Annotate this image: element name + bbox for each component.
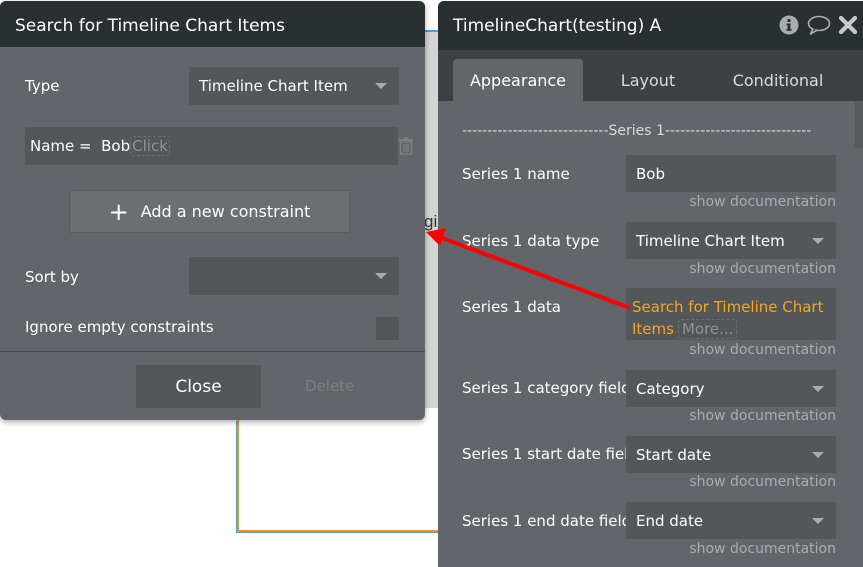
- constraint-click-placeholder[interactable]: Click: [130, 136, 170, 156]
- category-field-select[interactable]: Category: [626, 370, 836, 407]
- canvas-text-fragment: gi: [424, 212, 438, 231]
- info-icon[interactable]: [779, 15, 799, 40]
- more-button[interactable]: More...: [677, 319, 738, 339]
- footer-divider: [0, 351, 425, 352]
- show-documentation-link[interactable]: show documentation: [689, 261, 836, 277]
- constraint-field: Name =: [30, 137, 92, 155]
- sort-by-label: Sort by: [25, 268, 79, 286]
- constraint-row[interactable]: Name = Bob Click: [25, 127, 398, 165]
- add-constraint-label: Add a new constraint: [140, 202, 311, 221]
- end-date-field-select[interactable]: End date: [626, 502, 836, 539]
- series-1-divider: -----------------------------Series 1---…: [462, 123, 812, 139]
- tab-conditional[interactable]: Conditional: [718, 59, 838, 101]
- editor-canvas: gi Search for Timeline Chart Items Type …: [0, 0, 863, 567]
- show-documentation-link[interactable]: show documentation: [689, 408, 836, 424]
- series-data-type-select[interactable]: Timeline Chart Item: [626, 222, 836, 259]
- type-select[interactable]: Timeline Chart Item: [189, 67, 399, 105]
- delete-button[interactable]: Delete: [305, 377, 354, 395]
- series-name-input[interactable]: Bob: [626, 155, 836, 192]
- property-panel: TimelineChart(testing) A Appearance Layo…: [438, 1, 863, 567]
- category-field-label: Series 1 category field: [462, 379, 631, 397]
- ignore-empty-checkbox[interactable]: [376, 317, 399, 340]
- show-documentation-link[interactable]: show documentation: [689, 342, 836, 358]
- add-constraint-button[interactable]: + Add a new constraint: [69, 190, 350, 233]
- panel-tabs: Appearance Layout Conditional: [438, 50, 863, 101]
- series-data-type-label: Series 1 data type: [462, 232, 600, 250]
- search-modal-title: Search for Timeline Chart Items: [0, 1, 425, 47]
- chevron-down-icon: [375, 83, 387, 89]
- close-icon[interactable]: [838, 15, 858, 39]
- chevron-down-icon: [812, 451, 824, 458]
- ignore-empty-label: Ignore empty constraints: [25, 318, 214, 336]
- constraint-value[interactable]: Bob: [101, 137, 130, 155]
- show-documentation-link[interactable]: show documentation: [689, 541, 836, 557]
- canvas-selection-line: [425, 30, 439, 32]
- start-date-field-value: Start date: [636, 445, 712, 464]
- panel-scrollbar[interactable]: [855, 101, 863, 148]
- category-field-value: Category: [636, 379, 705, 398]
- show-documentation-link[interactable]: show documentation: [689, 194, 836, 210]
- close-button[interactable]: Close: [136, 365, 261, 408]
- show-documentation-link[interactable]: show documentation: [689, 474, 836, 490]
- chevron-down-icon: [375, 273, 387, 279]
- chevron-down-icon: [812, 517, 824, 524]
- end-date-field-value: End date: [636, 511, 704, 530]
- series-data-label: Series 1 data: [462, 298, 561, 316]
- chevron-down-icon: [812, 237, 824, 244]
- search-modal: Search for Timeline Chart Items Type Tim…: [0, 1, 425, 420]
- chevron-down-icon: [812, 385, 824, 392]
- comment-icon[interactable]: [807, 15, 831, 40]
- type-select-value: Timeline Chart Item: [199, 77, 348, 95]
- tab-layout[interactable]: Layout: [593, 59, 703, 101]
- sort-by-select[interactable]: [189, 257, 399, 295]
- plus-icon: +: [108, 197, 129, 226]
- start-date-field-select[interactable]: Start date: [626, 436, 836, 473]
- start-date-field-label: Series 1 start date fiel: [462, 445, 629, 463]
- type-label: Type: [25, 77, 60, 95]
- series-data-expression[interactable]: Search for Timeline Chart Items More...: [626, 288, 836, 340]
- timeline-chart-element[interactable]: [237, 420, 439, 532]
- series-name-label: Series 1 name: [462, 165, 570, 183]
- panel-title: TimelineChart(testing) A: [453, 16, 662, 36]
- trash-icon[interactable]: [398, 137, 414, 155]
- series-data-type-value: Timeline Chart Item: [636, 231, 785, 250]
- tab-appearance[interactable]: Appearance: [453, 59, 583, 101]
- end-date-field-label: Series 1 end date field: [462, 512, 632, 530]
- panel-header: TimelineChart(testing) A: [438, 1, 863, 50]
